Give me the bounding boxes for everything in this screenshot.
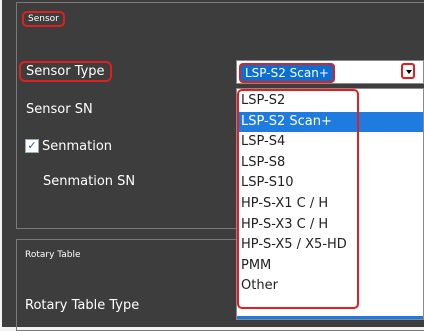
dropdown-option[interactable]: Other: [237, 276, 423, 297]
sensor-type-dropdown-list[interactable]: LSP-S2 LSP-S2 Scan+ LSP-S4 LSP-S8 LSP-S1…: [236, 88, 424, 320]
senmation-label: Senmation: [42, 139, 113, 154]
sensor-type-label: Sensor Type: [19, 61, 112, 82]
dropdown-option[interactable]: PMM: [237, 256, 423, 277]
senmation-sn-label: Senmation SN: [43, 174, 136, 189]
dropdown-option[interactable]: LSP-S8: [237, 153, 423, 174]
dropdown-option[interactable]: LSP-S2: [237, 91, 423, 112]
sensor-type-combobox[interactable]: LSP-S2 Scan+: [236, 60, 424, 84]
sensor-group-title: Sensor: [22, 11, 65, 27]
sensor-type-selected-value[interactable]: LSP-S2 Scan+: [239, 63, 335, 83]
rotary-table-type-label: Rotary Table Type: [25, 298, 140, 313]
dropdown-options: LSP-S2 LSP-S2 Scan+ LSP-S4 LSP-S8 LSP-S1…: [237, 91, 423, 297]
rotary-group-title: Rotary Table: [25, 250, 81, 260]
sensor-sn-label: Sensor SN: [26, 102, 93, 117]
dropdown-option[interactable]: LSP-S4: [237, 132, 423, 153]
dropdown-option[interactable]: LSP-S10: [237, 173, 423, 194]
dropdown-option[interactable]: HP-S-X1 C / H: [237, 194, 423, 215]
dropdown-option[interactable]: HP-S-X5 / X5-HD: [237, 235, 423, 256]
dropdown-option[interactable]: LSP-S2 Scan+: [237, 111, 423, 133]
senmation-checkbox[interactable]: ✓: [25, 139, 39, 153]
check-icon: ✓: [27, 139, 37, 152]
chevron-down-icon[interactable]: [401, 63, 415, 79]
dropdown-option[interactable]: HP-S-X3 C / H: [237, 215, 423, 236]
dropdown-scroll-indicator: [237, 316, 423, 319]
